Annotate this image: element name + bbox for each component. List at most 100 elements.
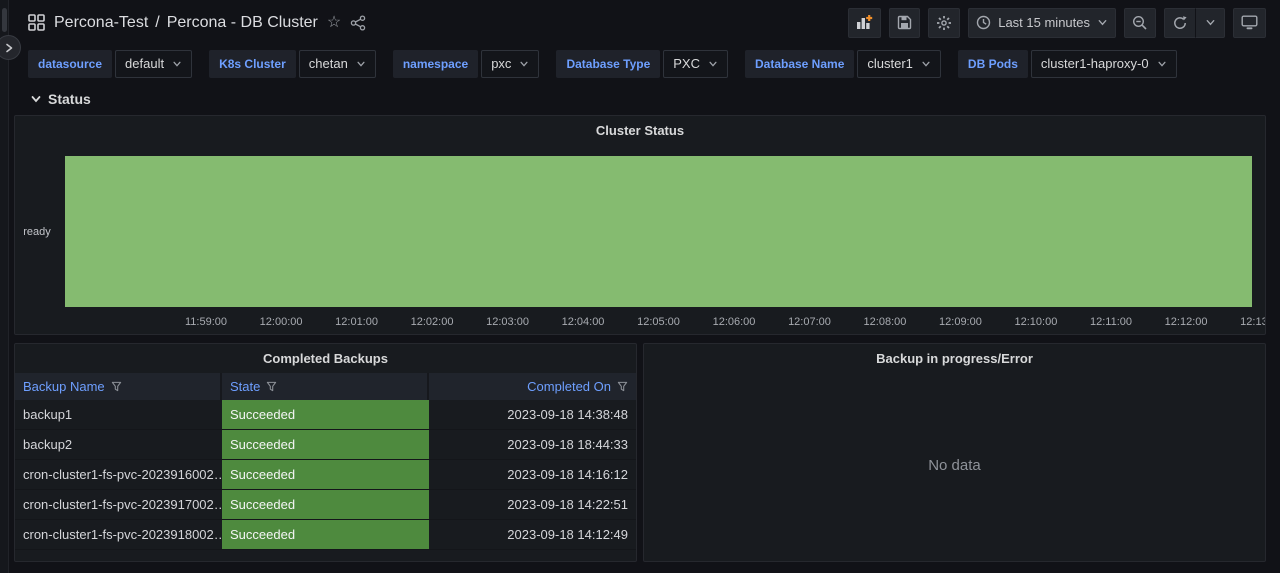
variable-value: PXC	[673, 56, 700, 71]
table-row: backup2 Succeeded 2023-09-18 18:44:33	[15, 430, 636, 460]
save-dashboard-button[interactable]	[889, 8, 920, 38]
time-range-picker[interactable]: Last 15 minutes	[968, 8, 1116, 38]
panel-backup-in-progress: Backup in progress/Error No data	[643, 343, 1266, 562]
variable-value: cluster1-haproxy-0	[1041, 56, 1149, 71]
table-row: cron-cluster1-fs-pvc-2023918002… Succeed…	[15, 520, 636, 550]
x-axis-tick: 12:07:00	[788, 316, 831, 328]
cell-backup-name: cron-cluster1-fs-pvc-2023917002…	[15, 490, 222, 519]
filter-funnel-icon[interactable]	[617, 381, 628, 392]
variable-value: pxc	[491, 56, 511, 71]
timeline-x-axis: 11:59:0012:00:0012:01:0012:02:0012:03:00…	[185, 316, 1266, 328]
cycle-view-mode-button[interactable]	[1233, 8, 1266, 38]
variable-value-dropdown[interactable]: PXC	[663, 50, 728, 78]
sidebar-rail-handle	[2, 8, 7, 32]
zoom-out-time-button[interactable]	[1124, 8, 1156, 38]
variable-label: Database Name	[745, 50, 854, 78]
zoom-out-icon	[1132, 15, 1148, 31]
column-label: Completed On	[527, 379, 611, 394]
variable-label: K8s Cluster	[209, 50, 296, 78]
save-icon	[897, 15, 912, 30]
chevron-down-icon	[1205, 17, 1216, 28]
filter-funnel-icon[interactable]	[266, 381, 277, 392]
variable-value-dropdown[interactable]: chetan	[299, 50, 376, 78]
clock-icon	[976, 15, 991, 30]
cell-backup-name: cron-cluster1-fs-pvc-2023916002…	[15, 460, 222, 489]
variable-chip: namespace pxc	[393, 50, 540, 78]
cell-completed-on: 2023-09-18 14:12:49	[429, 520, 636, 549]
refresh-interval-dropdown[interactable]	[1195, 8, 1225, 38]
cell-completed-on: 2023-09-18 18:44:33	[429, 430, 636, 459]
dashboard-settings-button[interactable]	[928, 8, 960, 38]
cell-backup-name: cron-cluster1-fs-pvc-2023918002…	[15, 520, 222, 549]
nav-actions: Last 15 minutes	[848, 8, 1266, 38]
cell-backup-name: backup1	[15, 400, 222, 429]
time-range-label: Last 15 minutes	[998, 15, 1090, 30]
chevron-down-icon	[519, 59, 529, 69]
x-axis-tick: 12:12:00	[1165, 316, 1208, 328]
x-axis-tick: 12:13:00	[1240, 316, 1266, 328]
column-header-state[interactable]: State	[222, 373, 429, 400]
cell-state: Succeeded	[222, 400, 429, 429]
variable-chip: Database Name cluster1	[745, 50, 941, 78]
breadcrumb-folder[interactable]: Percona-Test	[54, 14, 148, 32]
filter-funnel-icon[interactable]	[111, 381, 122, 392]
refresh-button-group	[1164, 8, 1225, 38]
section-title[interactable]: Status	[48, 91, 91, 107]
chevron-down-icon	[172, 59, 182, 69]
timeline-state-ready[interactable]	[65, 156, 1252, 307]
variable-chip: Database Type PXC	[556, 50, 728, 78]
x-axis-tick: 12:05:00	[637, 316, 680, 328]
column-label: Backup Name	[23, 379, 105, 394]
column-header-completed-on[interactable]: Completed On	[429, 373, 636, 400]
x-axis-tick: 12:06:00	[713, 316, 756, 328]
x-axis-tick: 12:02:00	[411, 316, 454, 328]
x-axis-tick: 11:59:00	[185, 316, 227, 328]
sidebar-rail	[0, 0, 9, 573]
variable-chip: K8s Cluster chetan	[209, 50, 376, 78]
variable-value-dropdown[interactable]: pxc	[481, 50, 539, 78]
section-header-status: Status	[0, 82, 1280, 115]
chevron-down-icon	[921, 59, 931, 69]
cell-state: Succeeded	[222, 460, 429, 489]
x-axis-tick: 12:04:00	[562, 316, 605, 328]
variable-value-dropdown[interactable]: default	[115, 50, 192, 78]
panel-title[interactable]: Completed Backups	[15, 344, 636, 366]
no-data-message: No data	[644, 457, 1265, 474]
table-row: cron-cluster1-fs-pvc-2023916002… Succeed…	[15, 460, 636, 490]
add-panel-button[interactable]	[848, 8, 881, 38]
tv-monitor-icon	[1241, 15, 1258, 30]
refresh-icon	[1172, 15, 1188, 31]
chevron-down-icon	[356, 59, 366, 69]
column-header-backup-name[interactable]: Backup Name	[15, 373, 222, 400]
panel-title[interactable]: Cluster Status	[15, 116, 1265, 138]
variable-value: default	[125, 56, 164, 71]
backups-table-header: Backup Name State Completed On	[15, 373, 636, 400]
backups-table-body: backup1 Succeeded 2023-09-18 14:38:48 ba…	[15, 400, 636, 550]
variable-value: cluster1	[867, 56, 913, 71]
breadcrumb-separator: /	[155, 14, 159, 32]
panel-completed-backups: Completed Backups Backup Name State	[14, 343, 637, 562]
variable-value-dropdown[interactable]: cluster1-haproxy-0	[1031, 50, 1177, 78]
chevron-down-icon	[1157, 59, 1167, 69]
share-icon[interactable]	[350, 15, 366, 31]
x-axis-tick: 12:03:00	[486, 316, 529, 328]
variable-label: DB Pods	[958, 50, 1028, 78]
variable-value-dropdown[interactable]: cluster1	[857, 50, 941, 78]
table-row: cron-cluster1-fs-pvc-2023917002… Succeed…	[15, 490, 636, 520]
variable-label: datasource	[28, 50, 112, 78]
template-variables-bar: datasource default K8s Cluster chetan na…	[0, 45, 1280, 82]
cell-completed-on: 2023-09-18 14:16:12	[429, 460, 636, 489]
variable-chip: datasource default	[28, 50, 192, 78]
breadcrumb: Percona-Test / Percona - DB Cluster	[54, 14, 318, 32]
refresh-dashboard-button[interactable]	[1164, 8, 1195, 38]
backups-table: Backup Name State Completed On	[15, 373, 636, 550]
dashboards-grid-icon	[28, 14, 45, 31]
column-label: State	[230, 379, 260, 394]
chevron-right-icon	[3, 42, 15, 54]
panel-title[interactable]: Backup in progress/Error	[644, 344, 1265, 366]
x-axis-tick: 12:08:00	[864, 316, 907, 328]
star-icon[interactable]: ☆	[327, 15, 341, 31]
variable-value: chetan	[309, 56, 348, 71]
chevron-down-icon	[30, 93, 42, 105]
bottom-panel-row: Completed Backups Backup Name State	[14, 343, 1266, 562]
